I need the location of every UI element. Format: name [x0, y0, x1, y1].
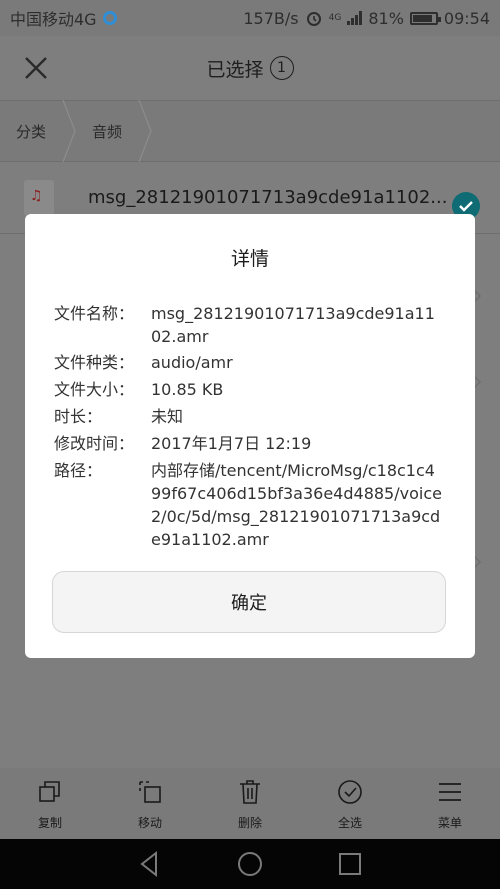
info-row-file-name: 文件名称： msg_28121901071713a9cde91a1102.amr [54, 302, 454, 348]
info-row-duration: 时长： 未知 [54, 405, 454, 428]
info-label: 修改时间： [54, 434, 135, 453]
delete-button[interactable]: 删除 [200, 768, 300, 839]
action-label: 删除 [237, 816, 262, 830]
breadcrumb-item-category[interactable]: 分类 [0, 101, 62, 161]
select-all-icon [338, 780, 362, 804]
action-label: 移动 [137, 816, 162, 830]
breadcrumb-separator-icon [62, 100, 76, 162]
info-label: 路径： [54, 461, 103, 480]
delete-icon [240, 780, 260, 804]
move-icon [139, 781, 161, 803]
dialog-title: 详情 [230, 248, 269, 270]
alarm-icon [306, 12, 321, 26]
status-bar: 中国移动4G 157B/s 4G 81% 09:54 [0, 0, 500, 36]
recents-icon[interactable] [336, 850, 364, 878]
breadcrumb-separator-icon [138, 100, 152, 162]
sync-icon [102, 11, 117, 25]
battery-icon [409, 11, 441, 25]
action-label: 复制 [37, 816, 62, 830]
info-row-file-type: 文件种类： audio/amr [54, 351, 454, 374]
breadcrumb-item-audio[interactable]: 音频 [76, 101, 138, 161]
info-row-modified-time: 修改时间： 2017年1月7日 12:19 [54, 432, 454, 455]
bottom-action-bar: 复制 移动 删除 全选 菜单 [0, 768, 500, 839]
info-value: 未知 [151, 407, 184, 426]
info-label: 文件大小： [54, 380, 135, 399]
network-type: 4G [328, 13, 342, 23]
info-value: audio/amr [151, 353, 233, 372]
breadcrumb-label: 音频 [92, 122, 123, 141]
ok-button[interactable]: 确定 [52, 571, 446, 633]
menu-button[interactable]: 菜单 [400, 768, 500, 839]
audio-file-icon: ♫ [24, 179, 54, 216]
breadcrumb: 分类 音频 [0, 100, 500, 162]
select-all-button[interactable]: 全选 [300, 768, 400, 839]
title-bar: 已选择 1 [0, 36, 500, 100]
carrier-label: 中国移动4G [10, 10, 97, 29]
info-row-file-size: 文件大小： 10.85 KB [54, 378, 454, 401]
signal-icon [347, 11, 363, 25]
copy-button[interactable]: 复制 [0, 768, 100, 839]
move-button[interactable]: 移动 [100, 768, 200, 839]
copy-icon [39, 781, 60, 802]
action-label: 菜单 [437, 816, 462, 830]
page-title: 已选择 1 [206, 55, 294, 82]
home-icon[interactable] [236, 850, 264, 878]
navigation-bar [0, 839, 500, 889]
info-row-path: 路径： 内部存储/tencent/MicroMsg/c18c1c499f67c4… [54, 459, 454, 551]
close-icon[interactable] [22, 54, 50, 82]
ok-button-label: 确定 [231, 593, 267, 614]
info-value: 10.85 KB [151, 380, 224, 399]
battery-percent: 81% [368, 8, 404, 28]
info-label: 文件名称： [54, 304, 135, 323]
clock: 09:54 [443, 8, 490, 28]
info-value: msg_28121901071713a9cde91a1102.amr [151, 304, 435, 346]
action-label: 全选 [337, 816, 362, 830]
network-speed: 157B/s [243, 8, 299, 28]
page-title-text: 已选择 [206, 58, 264, 81]
info-value: 内部存储/tencent/MicroMsg/c18c1c499f67c406d1… [151, 461, 442, 549]
back-icon[interactable] [136, 850, 164, 878]
selected-count: 1 [269, 56, 294, 80]
info-value: 2017年1月7日 12:19 [151, 434, 312, 453]
details-dialog: 详情 文件名称： msg_28121901071713a9cde91a1102.… [25, 214, 475, 658]
file-name: msg_28121901071713a9cde91a1102... [88, 187, 448, 208]
breadcrumb-label: 分类 [16, 122, 47, 141]
info-label: 文件种类： [54, 353, 135, 372]
menu-icon [439, 783, 461, 801]
info-label: 时长： [54, 407, 103, 426]
